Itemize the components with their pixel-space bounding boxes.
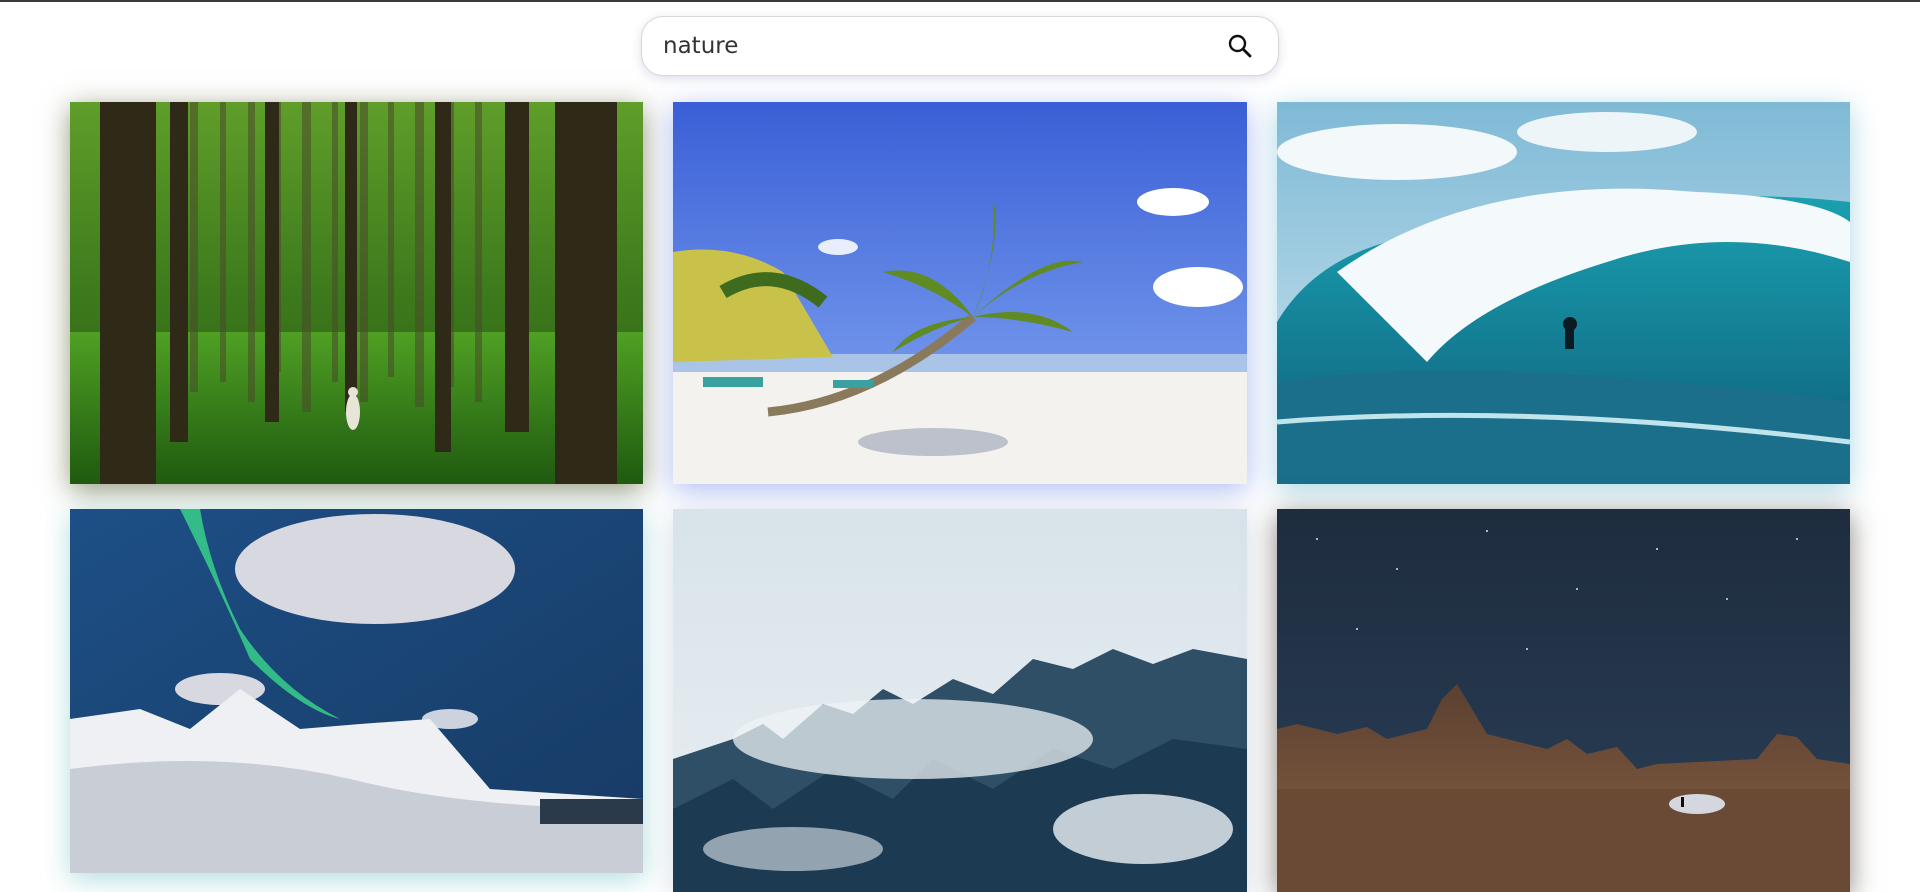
search-button[interactable]	[1210, 16, 1270, 76]
search-icon	[1228, 34, 1252, 58]
photo-wave[interactable]	[1277, 102, 1850, 484]
photo-beach[interactable]	[673, 102, 1247, 484]
photo-aurora[interactable]	[70, 509, 643, 873]
search-bar	[641, 16, 1279, 76]
photo-desert-night[interactable]	[1277, 509, 1850, 892]
top-divider	[0, 0, 1920, 2]
photo-misty-forest[interactable]	[673, 509, 1247, 892]
search-input[interactable]	[642, 17, 1210, 75]
photo-forest[interactable]	[70, 102, 643, 484]
